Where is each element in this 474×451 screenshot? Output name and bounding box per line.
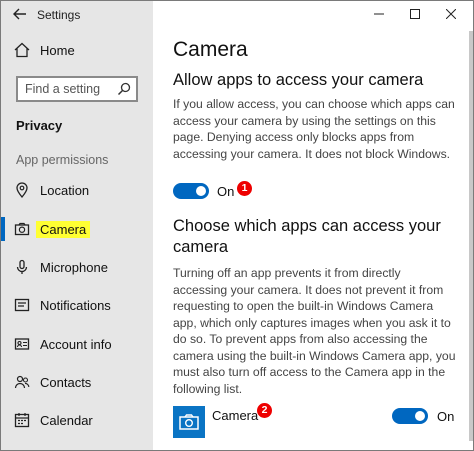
sidebar-item-account-info[interactable]: Account info: [1, 329, 153, 359]
app-name: Camera: [212, 408, 259, 423]
annotation-badge: 1: [237, 181, 252, 196]
sidebar-item-camera[interactable]: Camera: [1, 214, 153, 244]
back-arrow-icon: [13, 8, 26, 20]
sidebar-item-home[interactable]: Home: [1, 35, 153, 65]
scrollbar[interactable]: [469, 31, 473, 441]
titlebar-left: Settings: [1, 1, 153, 29]
back-button[interactable]: [9, 5, 31, 25]
sidebar-item-label: Home: [40, 42, 75, 58]
contacts-icon: [14, 374, 30, 390]
sidebar-item-contacts[interactable]: Contacts: [1, 367, 153, 397]
app-toggle-state: On: [437, 409, 455, 424]
sidebar-item-label: Account info: [40, 336, 112, 352]
camera-icon: [14, 221, 30, 237]
sidebar: Settings Home Find a setting Privacy App…: [1, 1, 153, 450]
toggle-knob: [196, 186, 206, 196]
allow-camera-toggle[interactable]: [173, 183, 209, 199]
category-heading: Privacy: [16, 118, 63, 133]
location-icon: [14, 182, 30, 198]
app-title: Settings: [37, 8, 81, 22]
toggle-knob: [415, 411, 425, 421]
allow-toggle-state: On: [217, 184, 235, 199]
sidebar-item-notifications[interactable]: Notifications: [1, 290, 153, 320]
search-placeholder: Find a setting: [25, 82, 101, 96]
content-pane: Camera Allow apps to access your camera …: [153, 1, 473, 450]
sidebar-item-label: Notifications: [40, 297, 111, 313]
camera-app-icon: [173, 406, 205, 438]
minimize-button[interactable]: [365, 4, 393, 24]
maximize-button[interactable]: [401, 4, 429, 24]
page-title: Camera: [173, 38, 248, 61]
search-icon: [117, 82, 131, 96]
camera-app-toggle[interactable]: [392, 408, 428, 424]
close-button[interactable]: [437, 4, 465, 24]
choose-description: Turning off an app prevents it from dire…: [173, 266, 456, 396]
close-icon: [445, 8, 457, 20]
search-input[interactable]: Find a setting: [16, 76, 138, 102]
home-icon: [14, 42, 30, 58]
sidebar-item-calendar[interactable]: Calendar: [1, 405, 153, 435]
sidebar-item-label: Contacts: [40, 374, 92, 390]
settings-window: Settings Home Find a setting Privacy App…: [0, 0, 474, 451]
calendar-icon: [14, 412, 30, 428]
allow-description: If you allow access, you can choose whic…: [173, 97, 455, 161]
sidebar-item-label: Camera: [36, 220, 91, 238]
allow-heading: Allow apps to access your camera: [173, 71, 424, 89]
annotation-badge: 2: [257, 403, 272, 418]
sidebar-item-microphone[interactable]: Microphone: [1, 252, 153, 282]
section-heading: App permissions: [16, 153, 109, 167]
account-info-icon: [14, 336, 30, 352]
choose-heading: Choose which apps can access your camera: [173, 217, 441, 256]
minimize-icon: [374, 13, 384, 15]
maximize-icon: [410, 9, 420, 19]
sidebar-item-label: Microphone: [40, 259, 108, 275]
sidebar-item-label: Calendar: [40, 412, 93, 428]
notifications-icon: [14, 297, 30, 313]
sidebar-item-label: Location: [40, 182, 90, 198]
microphone-icon: [14, 259, 30, 275]
sidebar-item-location[interactable]: Location: [1, 175, 153, 205]
